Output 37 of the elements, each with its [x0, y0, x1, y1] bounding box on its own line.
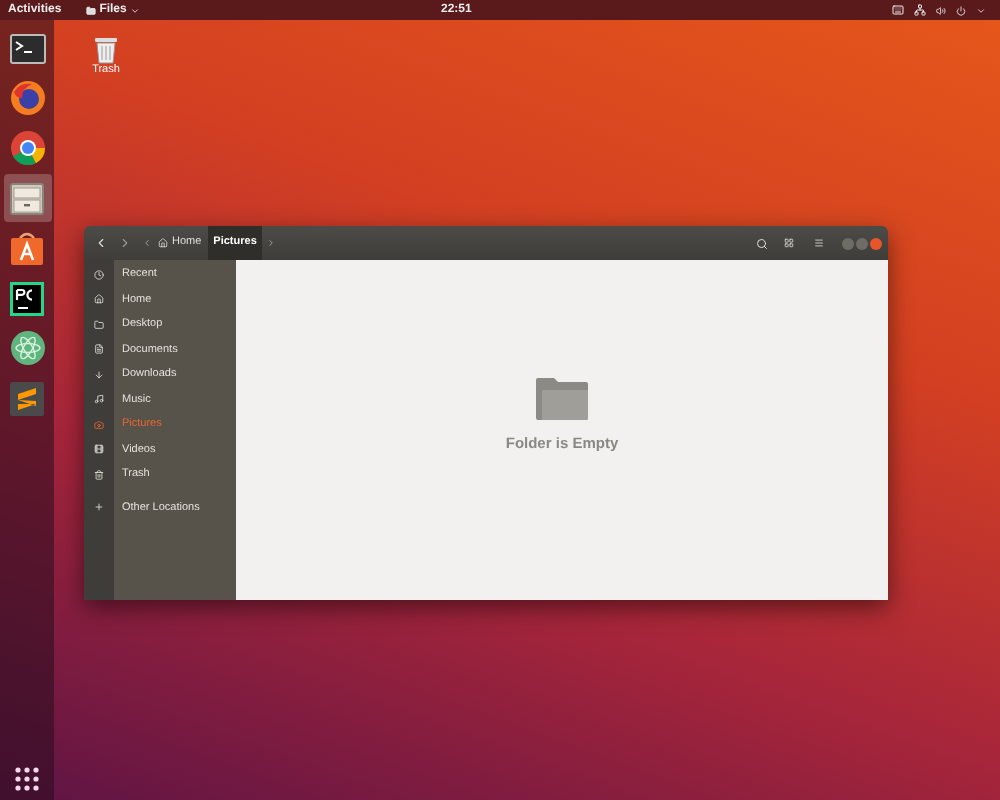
caret-icon[interactable] [266, 238, 277, 248]
film-icon [94, 444, 104, 455]
clock-icon [94, 269, 104, 280]
code-editor-icon [10, 281, 44, 315]
search-icon[interactable] [756, 237, 768, 249]
browser-icon [9, 80, 45, 116]
home-icon [94, 294, 104, 305]
folder-icon [534, 376, 590, 423]
menu-icon[interactable] [814, 238, 824, 248]
camera-icon [94, 419, 104, 430]
forward-icon [117, 236, 131, 250]
document-icon [94, 344, 104, 355]
file-cabinet-icon [10, 181, 44, 215]
plus-icon [94, 502, 104, 513]
dock-item[interactable] [3, 174, 51, 222]
trash-icon [94, 469, 104, 480]
view-options-icon[interactable] [784, 238, 794, 248]
music-icon [94, 394, 104, 405]
home-icon [158, 238, 168, 248]
folder-icon [94, 319, 104, 330]
keyboard-icon[interactable] [892, 4, 904, 16]
trash-icon[interactable] [94, 36, 118, 64]
app-grid-icon[interactable] [14, 766, 40, 792]
network-icon[interactable] [914, 4, 926, 16]
close-button[interactable] [870, 237, 882, 249]
browser-icon [9, 130, 45, 166]
atom-icon [9, 330, 45, 366]
back-icon [93, 236, 107, 250]
volume-icon[interactable] [936, 5, 946, 15]
caret-icon[interactable] [142, 238, 152, 248]
power-icon[interactable] [956, 5, 966, 15]
download-icon [94, 369, 104, 380]
text-editor-icon [10, 381, 44, 415]
terminal-icon [9, 33, 45, 63]
shopping-bag-icon [10, 230, 44, 266]
folder-icon [85, 5, 96, 15]
caret-icon [130, 5, 141, 15]
